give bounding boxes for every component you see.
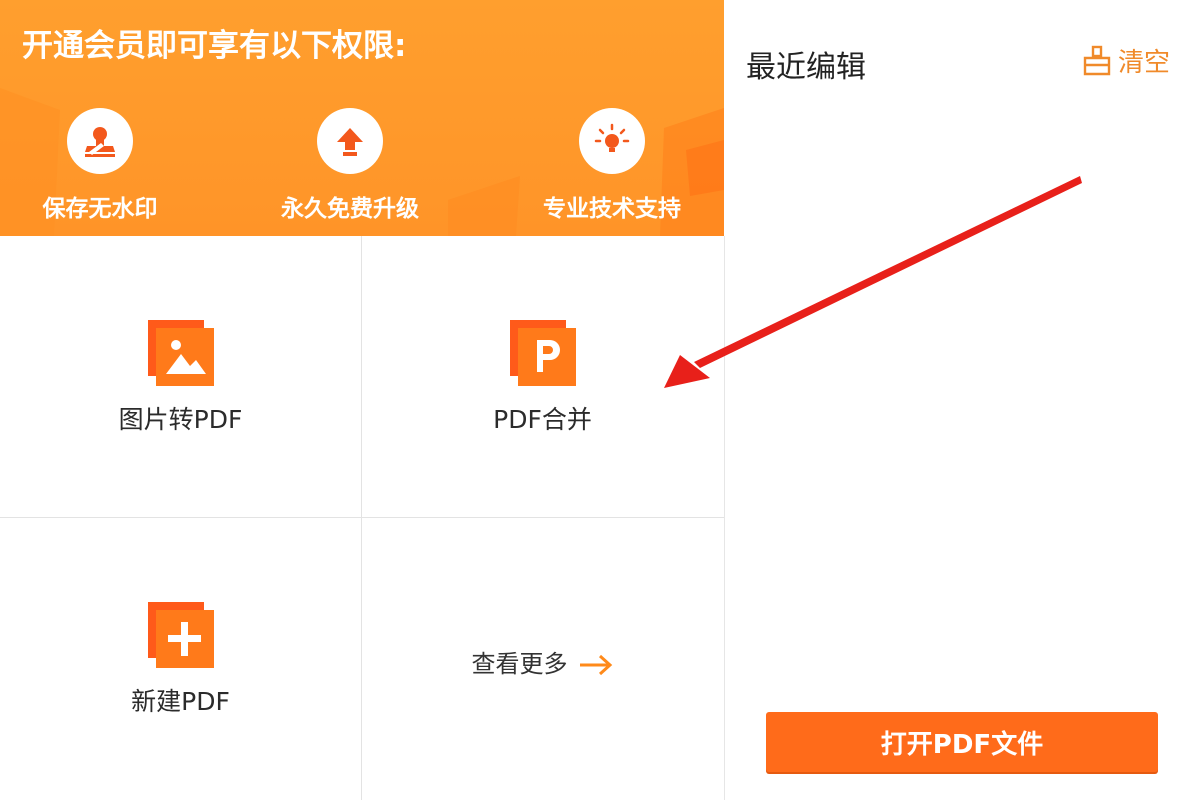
recent-edits-title: 最近编辑 xyxy=(746,50,866,85)
clear-button[interactable]: 清空 xyxy=(1082,42,1170,79)
tool-pdf-merge[interactable]: PDF合并 xyxy=(362,236,723,517)
perk-tech-support: 专业技术支持 xyxy=(512,108,712,223)
main-panel: 开通会员即可享有以下权限: 保存无水印 永久免费升级 专业技术支持 图片转PDF… xyxy=(0,0,724,800)
tool-new-pdf[interactable]: 新建PDF xyxy=(0,518,361,799)
pdf-p-icon xyxy=(510,320,576,386)
tools-grid: 图片转PDF PDF合并 新建PDF 查看更多 xyxy=(0,236,724,800)
tool-label: 新建PDF xyxy=(131,687,230,716)
lightbulb-icon xyxy=(579,108,645,174)
view-more-link[interactable]: 查看更多 xyxy=(362,518,723,799)
perk-label: 专业技术支持 xyxy=(543,196,681,222)
grid-divider xyxy=(361,236,362,800)
grid-divider xyxy=(0,517,724,518)
tool-image-to-pdf[interactable]: 图片转PDF xyxy=(0,236,361,517)
view-more: 查看更多 xyxy=(362,644,723,679)
upgrade-arrow-icon xyxy=(317,108,383,174)
tool-label: PDF合并 xyxy=(493,405,592,434)
view-more-label: 查看更多 xyxy=(471,650,568,678)
plus-icon xyxy=(148,602,214,668)
column-divider xyxy=(724,236,725,800)
perk-label: 永久免费升级 xyxy=(281,196,419,222)
tool-label: 图片转PDF xyxy=(118,405,243,434)
arrow-right-icon xyxy=(579,654,612,676)
perk-no-watermark: 保存无水印 xyxy=(0,108,200,223)
banner-title: 开通会员即可享有以下权限: xyxy=(22,28,407,64)
membership-banner[interactable]: 开通会员即可享有以下权限: 保存无水印 永久免费升级 专业技术支持 xyxy=(0,0,724,236)
open-pdf-button[interactable]: 打开PDF文件 xyxy=(766,712,1158,772)
clear-label: 清空 xyxy=(1118,48,1171,78)
perk-free-upgrade: 永久免费升级 xyxy=(250,108,450,223)
broom-icon xyxy=(1083,45,1111,75)
image-icon xyxy=(148,320,214,386)
stamp-icon xyxy=(67,108,133,174)
perk-label: 保存无水印 xyxy=(42,196,158,222)
